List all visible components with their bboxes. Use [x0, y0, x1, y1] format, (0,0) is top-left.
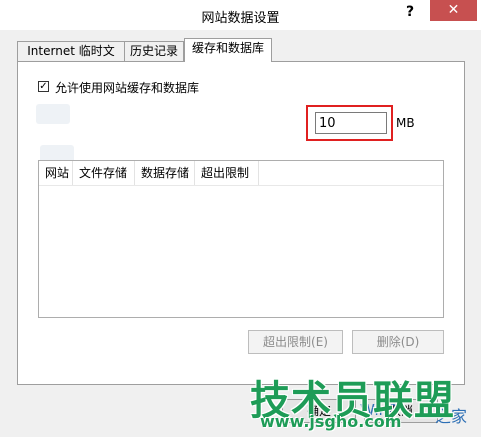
website-list[interactable]: 网站 文件存储 数据存储 超出限制: [38, 160, 444, 318]
column-header-file-storage[interactable]: 文件存储: [73, 161, 135, 185]
cache-size-input[interactable]: [315, 112, 387, 134]
column-header-data-storage[interactable]: 数据存储: [135, 161, 195, 185]
close-button[interactable]: ✕: [430, 0, 477, 21]
exceed-limit-button[interactable]: 超出限制(E): [248, 330, 343, 354]
tab-cache-and-databases[interactable]: 缓存和数据库: [184, 38, 272, 62]
help-button[interactable]: ?: [398, 2, 422, 24]
watermark-url: www.jsgho.com: [260, 412, 402, 431]
faded-artifact: [36, 104, 70, 124]
size-unit-label: MB: [396, 116, 415, 130]
delete-button[interactable]: 删除(D): [352, 330, 444, 354]
tab-internet-temp-files[interactable]: Internet 临时文件: [17, 41, 125, 77]
column-header-website[interactable]: 网站: [39, 161, 73, 185]
allow-cache-label: 允许使用网站缓存和数据库: [55, 81, 200, 95]
title-bar: 网站数据设置 ? ✕: [0, 0, 481, 30]
allow-cache-checkbox[interactable]: ✓: [38, 81, 49, 92]
tab-history[interactable]: 历史记录: [124, 41, 184, 61]
header-divider: [39, 185, 443, 186]
column-header-exceed-limit[interactable]: 超出限制: [195, 161, 259, 185]
